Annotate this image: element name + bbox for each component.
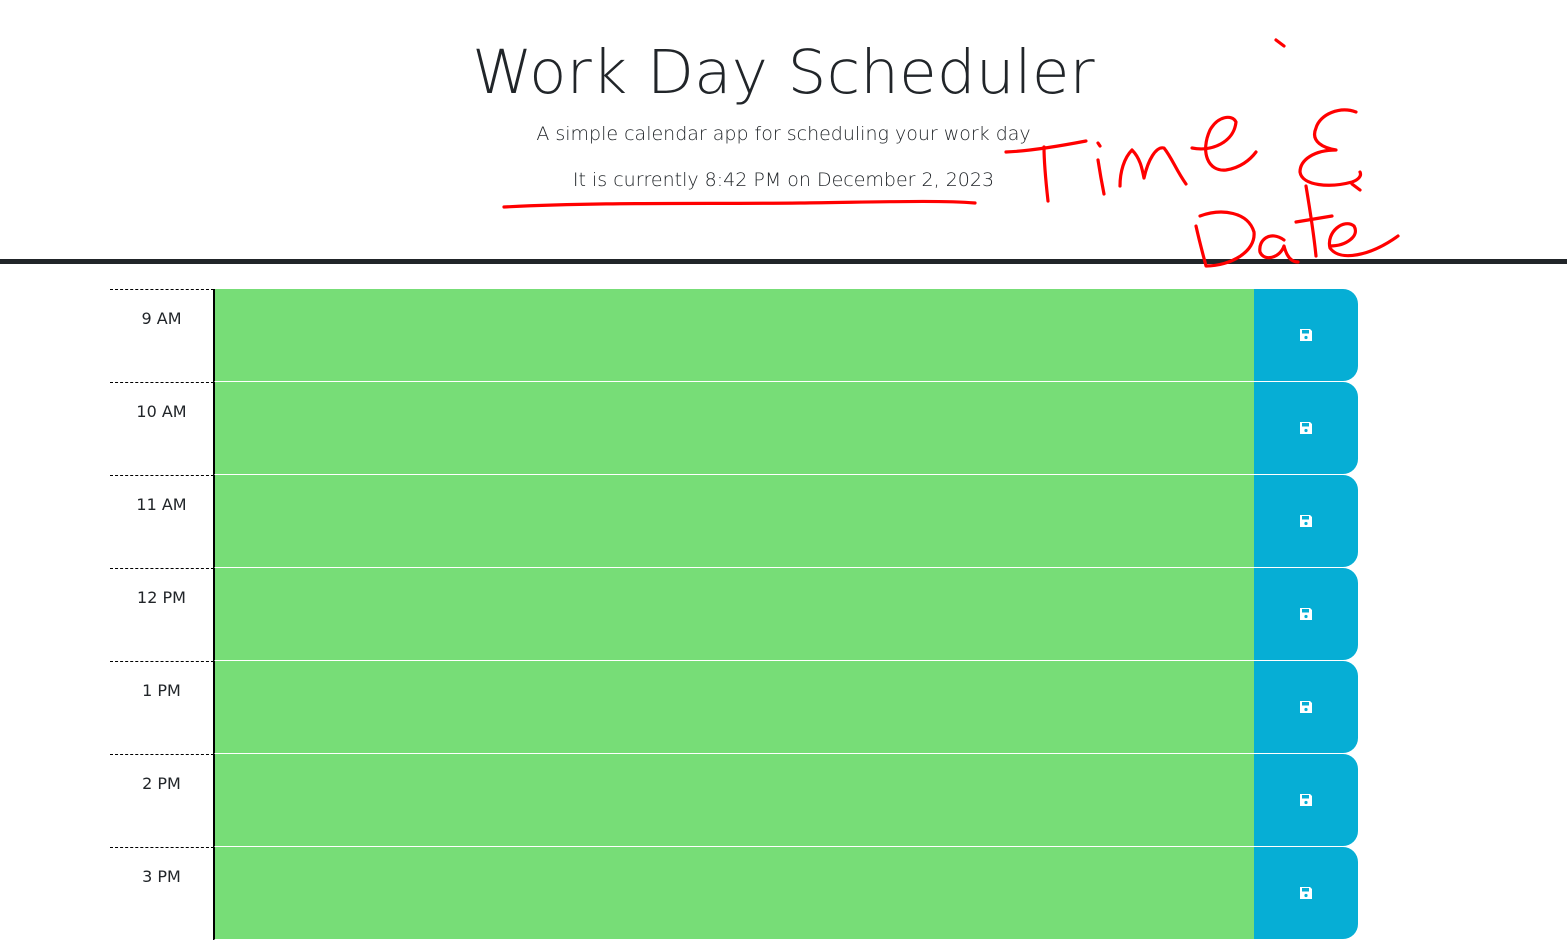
save-button[interactable] bbox=[1254, 661, 1358, 753]
hour-label: 1 PM bbox=[110, 661, 214, 754]
event-textarea[interactable] bbox=[214, 847, 1254, 940]
hour-label: 10 AM bbox=[110, 382, 214, 475]
event-textarea[interactable] bbox=[214, 661, 1254, 754]
hour-label: 3 PM bbox=[110, 847, 214, 940]
hour-label: 11 AM bbox=[110, 475, 214, 568]
time-block-2pm: 2 PM bbox=[110, 754, 1358, 847]
event-textarea[interactable] bbox=[214, 754, 1254, 847]
floppy-disk-icon bbox=[1300, 422, 1312, 434]
event-textarea[interactable] bbox=[214, 475, 1254, 568]
page-title: Work Day Scheduler bbox=[472, 37, 1095, 108]
floppy-disk-icon bbox=[1300, 887, 1312, 899]
save-button[interactable] bbox=[1254, 289, 1358, 381]
current-day-text: It is currently 8:42 PM on December 2, 2… bbox=[572, 169, 995, 191]
save-button[interactable] bbox=[1254, 382, 1358, 474]
hour-label: 9 AM bbox=[110, 289, 214, 382]
floppy-disk-icon bbox=[1300, 515, 1312, 527]
schedule-container: 9 AM 10 AM 11 AM 12 PM 1 PM 2 PM 3 PM bbox=[110, 289, 1358, 940]
save-button[interactable] bbox=[1254, 754, 1358, 846]
floppy-disk-icon bbox=[1300, 329, 1312, 341]
event-textarea[interactable] bbox=[214, 568, 1254, 661]
save-button[interactable] bbox=[1254, 568, 1358, 660]
floppy-disk-icon bbox=[1300, 701, 1312, 713]
time-block-1pm: 1 PM bbox=[110, 661, 1358, 754]
floppy-disk-icon bbox=[1300, 794, 1312, 806]
save-button[interactable] bbox=[1254, 475, 1358, 567]
page-subtitle: A simple calendar app for scheduling you… bbox=[536, 123, 1031, 145]
floppy-disk-icon bbox=[1300, 608, 1312, 620]
time-block-3pm: 3 PM bbox=[110, 847, 1358, 940]
time-block-9am: 9 AM bbox=[110, 289, 1358, 382]
time-block-10am: 10 AM bbox=[110, 382, 1358, 475]
time-block-12pm: 12 PM bbox=[110, 568, 1358, 661]
page-header: Work Day Scheduler A simple calendar app… bbox=[0, 0, 1567, 264]
hour-label: 2 PM bbox=[110, 754, 214, 847]
event-textarea[interactable] bbox=[214, 289, 1254, 382]
save-button[interactable] bbox=[1254, 847, 1358, 939]
hour-label: 12 PM bbox=[110, 568, 214, 661]
time-block-11am: 11 AM bbox=[110, 475, 1358, 568]
event-textarea[interactable] bbox=[214, 382, 1254, 475]
